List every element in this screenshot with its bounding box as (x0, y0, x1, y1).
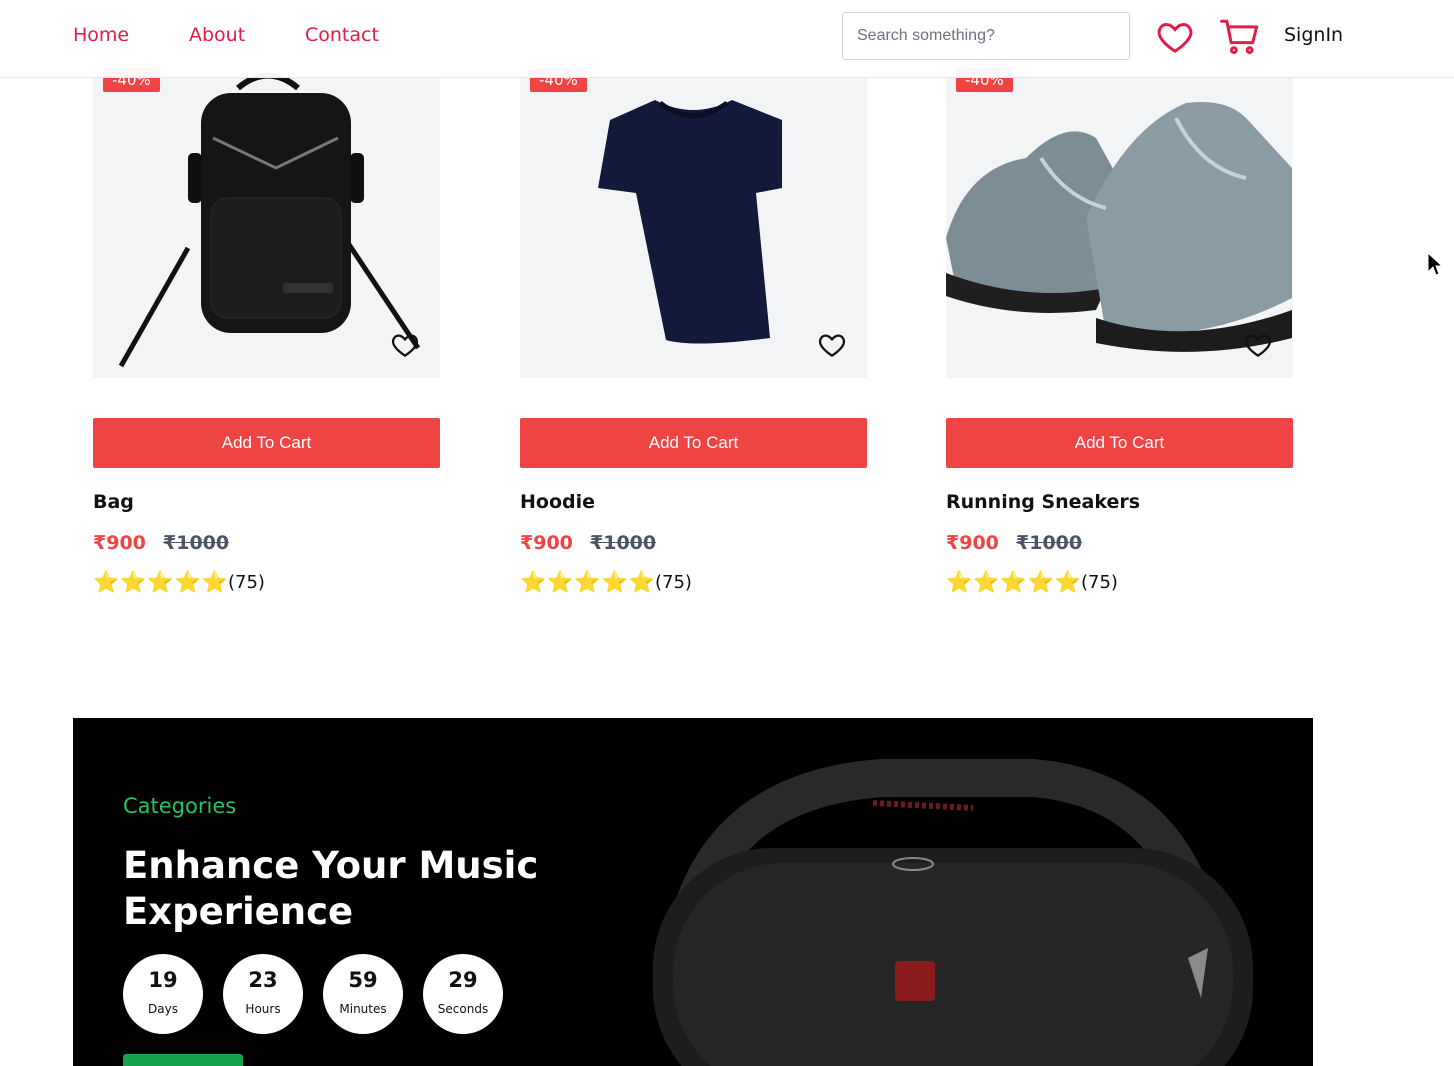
banner-title: Enhance Your Music Experience (123, 844, 539, 933)
product-old-price: ₹1000 (1016, 532, 1083, 554)
speaker-image (653, 759, 1253, 1066)
wishlist-heart-icon[interactable] (1243, 330, 1273, 360)
nav-home[interactable]: Home (73, 24, 129, 46)
search-input[interactable] (842, 12, 1130, 60)
product-card-bag: -40% Add To Cart Bag ₹900 ₹1000 ⭐⭐⭐⭐⭐ (7… (93, 48, 440, 594)
product-old-price: ₹1000 (590, 532, 657, 554)
countdown-days-label: Days (148, 1002, 178, 1016)
rating-stars: ⭐⭐⭐⭐⭐ (93, 570, 229, 594)
top-header: Home About Contact SignIn (0, 0, 1454, 78)
backpack-image (118, 72, 421, 368)
add-to-cart-button[interactable]: Add To Cart (93, 418, 440, 468)
countdown-hours: 23 Hours (223, 954, 303, 1034)
add-to-cart-button[interactable]: Add To Cart (520, 418, 867, 468)
product-image-box: -40% (93, 48, 440, 378)
wishlist-heart-icon[interactable] (390, 330, 420, 360)
rating-stars: ⭐⭐⭐⭐⭐ (946, 570, 1082, 594)
product-name[interactable]: Hoodie (520, 491, 595, 513)
countdown-seconds-label: Seconds (437, 1002, 489, 1016)
product-card-hoodie: -40% Add To Cart Hoodie ₹900 ₹1000 ⭐⭐⭐⭐⭐… (520, 48, 867, 594)
product-price: ₹900 (520, 532, 573, 554)
countdown-seconds: 29 Seconds (423, 954, 503, 1034)
product-image-box: -40% (946, 48, 1293, 378)
countdown-days-value: 19 (148, 968, 178, 992)
countdown-seconds-value: 29 (448, 968, 478, 992)
review-count: (75) (655, 572, 692, 593)
product-price: ₹900 (93, 532, 146, 554)
countdown-minutes: 59 Minutes (323, 954, 403, 1034)
countdown-minutes-value: 59 (348, 968, 378, 992)
product-image-box: -40% (520, 48, 867, 378)
product-old-price: ₹1000 (163, 532, 230, 554)
review-count: (75) (1081, 572, 1118, 593)
countdown-days: 19 Days (123, 954, 203, 1034)
product-card-sneakers: -40% Add To Cart Running Sneakers ₹900 ₹… (946, 48, 1293, 594)
music-promo-banner: Categories Enhance Your Music Experience… (73, 718, 1313, 1066)
sneakers-image (946, 102, 1292, 352)
review-count: (75) (228, 572, 265, 593)
countdown-minutes-label: Minutes (339, 1002, 387, 1016)
rating-stars: ⭐⭐⭐⭐⭐ (520, 570, 656, 594)
mouse-cursor-icon (1427, 252, 1443, 276)
banner-category-label: Categories (123, 794, 237, 818)
cart-icon[interactable] (1219, 16, 1261, 62)
product-price: ₹900 (946, 532, 999, 554)
product-name[interactable]: Running Sneakers (946, 491, 1140, 513)
countdown-hours-label: Hours (245, 1002, 281, 1016)
wishlist-heart-icon[interactable] (817, 330, 847, 360)
nav-about[interactable]: About (189, 24, 245, 46)
product-name[interactable]: Bag (93, 491, 134, 513)
buy-now-button[interactable] (123, 1054, 243, 1066)
countdown-hours-value: 23 (248, 968, 278, 992)
tshirt-image (598, 100, 782, 344)
nav-contact[interactable]: Contact (305, 24, 379, 46)
heart-icon[interactable] (1155, 17, 1195, 61)
add-to-cart-button[interactable]: Add To Cart (946, 418, 1293, 468)
signin-link[interactable]: SignIn (1284, 24, 1343, 46)
